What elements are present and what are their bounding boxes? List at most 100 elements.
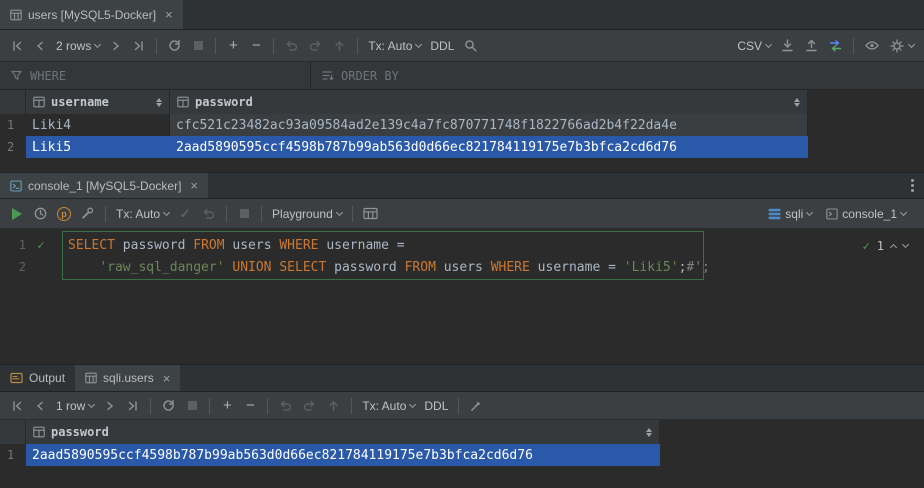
last-page-button[interactable] — [128, 35, 150, 57]
import-data-button[interactable] — [800, 35, 823, 57]
cell-password[interactable]: 2aad5890595ccf4598b787b99ab563d0d66ec821… — [26, 444, 660, 466]
ddl-button[interactable]: DDL — [420, 395, 452, 417]
schema-switcher-dropdown[interactable]: sqli — [764, 203, 816, 225]
redo-button[interactable] — [298, 395, 321, 417]
first-page-button[interactable] — [6, 395, 28, 417]
undo-button[interactable] — [280, 35, 303, 57]
close-icon[interactable]: × — [165, 8, 173, 21]
sort-lines-icon — [321, 69, 334, 82]
previous-page-button[interactable] — [29, 35, 51, 57]
tab-output[interactable]: Output — [0, 365, 75, 391]
sql-text[interactable]: 'raw_sql_danger' UNION SELECT password F… — [56, 260, 710, 275]
playground-mode-dropdown[interactable]: Playground — [268, 203, 346, 225]
stop-button[interactable] — [181, 395, 203, 417]
parameters-button[interactable]: p — [53, 203, 75, 225]
delete-row-button[interactable]: − — [245, 35, 267, 57]
sql-token: 'Liki5' — [624, 260, 679, 275]
console-session-icon — [826, 208, 838, 220]
cell-password[interactable]: cfc521c23482ac93a09584ad2e139c4a7fc87077… — [170, 114, 808, 136]
pin-tab-button[interactable] — [465, 395, 487, 417]
grid-toolbar: 2 rows + − — [0, 30, 924, 62]
next-problem-icon[interactable] — [902, 241, 909, 248]
compare-data-button[interactable] — [824, 35, 847, 57]
submit-changes-button[interactable] — [328, 35, 351, 57]
reload-button[interactable] — [163, 35, 186, 57]
code-line-1[interactable]: 1 ✓ SELECT password FROM users WHERE use… — [0, 234, 405, 256]
tab-users-grid[interactable]: users [MySQL5-Docker] × — [0, 0, 183, 29]
tx-mode-dropdown[interactable]: Tx: Auto — [364, 35, 425, 57]
inspection-widget[interactable]: ✓ 1 — [863, 239, 908, 253]
grid-corner-cell[interactable] — [0, 420, 26, 444]
console-settings-button[interactable] — [76, 203, 99, 225]
layout-grid-icon — [363, 207, 378, 220]
commit-button[interactable]: ✓ — [174, 203, 196, 225]
cell-username[interactable]: Liki5 — [26, 136, 170, 158]
column-header-username[interactable]: username — [26, 90, 170, 114]
console-tab-bar: console_1 [MySQL5-Docker] × — [0, 172, 924, 199]
more-options-icon[interactable] — [911, 179, 914, 192]
undo-button[interactable] — [274, 395, 297, 417]
cell-username[interactable]: Liki4 — [26, 114, 170, 136]
tx-mode-label: Tx: Auto — [368, 39, 412, 53]
row-number[interactable]: 1 — [0, 444, 26, 466]
delete-row-button[interactable]: − — [239, 395, 261, 417]
run-button[interactable] — [6, 203, 28, 225]
column-header-password[interactable]: password — [26, 420, 660, 444]
page-size-label: 1 row — [56, 399, 85, 413]
line-number: 2 — [0, 260, 26, 274]
code-line-2[interactable]: 2 'raw_sql_danger' UNION SELECT password… — [0, 256, 710, 278]
rollback-button[interactable] — [197, 203, 220, 225]
tab-sqli-users-result[interactable]: sqli.users × — [75, 365, 180, 391]
ddl-button[interactable]: DDL — [426, 35, 458, 57]
sort-toggle-icon[interactable] — [646, 428, 652, 437]
stop-button[interactable] — [187, 35, 209, 57]
column-icon — [177, 96, 189, 108]
inspection-ok-icon: ✓ — [863, 240, 870, 252]
first-page-button[interactable] — [6, 35, 28, 57]
column-label: password — [51, 425, 109, 439]
view-options-button[interactable] — [860, 35, 884, 57]
reload-button[interactable] — [157, 395, 180, 417]
column-header-password[interactable]: password — [170, 90, 808, 114]
grid-header-row: username password — [0, 90, 808, 114]
sql-text[interactable]: SELECT password FROM users WHERE usernam… — [56, 238, 405, 253]
tab-console-1[interactable]: console_1 [MySQL5-Docker] × — [0, 173, 208, 198]
order-by-field[interactable]: ORDER BY — [311, 62, 399, 89]
session-switcher-dropdown[interactable]: console_1 — [822, 203, 910, 225]
search-button[interactable] — [459, 35, 482, 57]
redo-button[interactable] — [304, 35, 327, 57]
chevron-down-icon — [765, 40, 772, 47]
sql-editor[interactable]: 1 ✓ SELECT password FROM users WHERE use… — [0, 229, 924, 364]
playground-label: Playground — [272, 207, 333, 221]
sort-toggle-icon[interactable] — [156, 98, 162, 107]
console-stop-button[interactable] — [233, 203, 255, 225]
page-size-dropdown[interactable]: 1 row — [52, 395, 98, 417]
last-page-button[interactable] — [122, 395, 144, 417]
previous-page-button[interactable] — [29, 395, 51, 417]
extractor-format-dropdown[interactable]: CSV — [733, 35, 775, 57]
statement-success-icon: ✓ — [26, 239, 56, 251]
submit-changes-button[interactable] — [322, 395, 345, 417]
close-icon[interactable]: × — [163, 372, 171, 385]
clock-icon — [33, 206, 48, 221]
settings-button[interactable] — [885, 35, 918, 57]
add-row-button[interactable]: + — [216, 395, 238, 417]
console-tx-dropdown[interactable]: Tx: Auto — [112, 203, 173, 225]
close-icon[interactable]: × — [190, 179, 198, 192]
grid-corner-cell[interactable] — [0, 90, 26, 114]
where-filter-field[interactable]: WHERE — [0, 62, 310, 89]
row-number[interactable]: 2 — [0, 136, 26, 158]
query-history-button[interactable] — [29, 203, 52, 225]
next-page-button[interactable] — [99, 395, 121, 417]
sort-toggle-icon[interactable] — [794, 98, 800, 107]
cell-password[interactable]: 2aad5890595ccf4598b787b99ab563d0d66ec821… — [170, 136, 808, 158]
previous-problem-icon[interactable] — [890, 244, 897, 251]
stop-icon — [194, 41, 203, 50]
tx-mode-dropdown[interactable]: Tx: Auto — [358, 395, 419, 417]
page-size-dropdown[interactable]: 2 rows — [52, 35, 104, 57]
next-page-button[interactable] — [105, 35, 127, 57]
row-number[interactable]: 1 — [0, 114, 26, 136]
output-layout-button[interactable] — [359, 203, 382, 225]
export-data-button[interactable] — [776, 35, 799, 57]
add-row-button[interactable]: + — [222, 35, 244, 57]
